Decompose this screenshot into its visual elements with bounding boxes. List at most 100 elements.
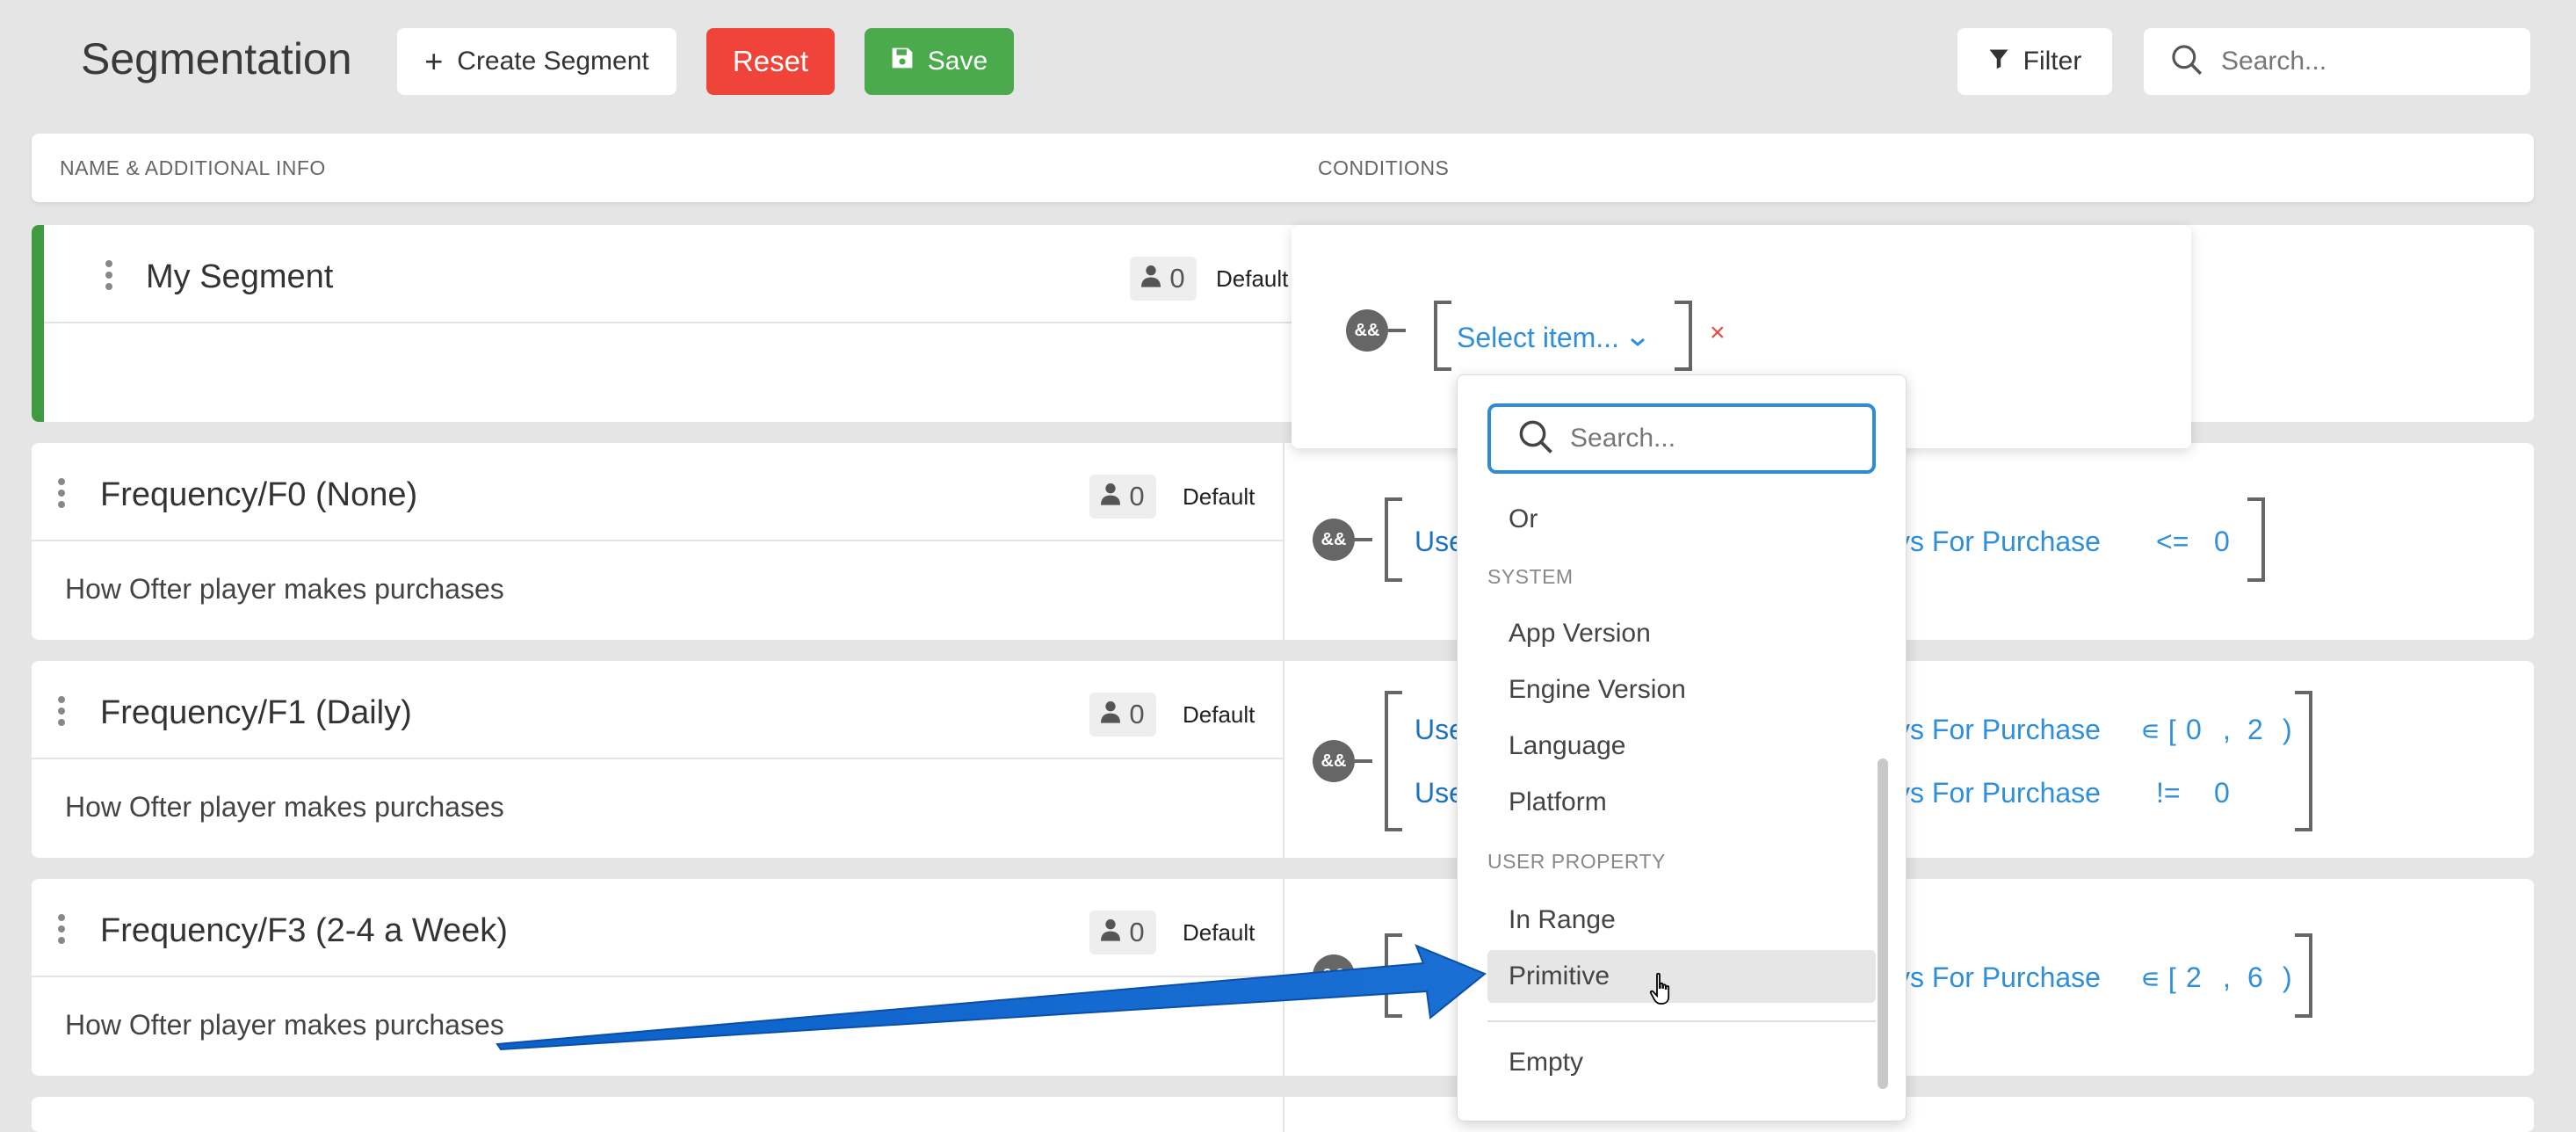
menu-item-app-version[interactable]: App Version <box>1487 607 1876 660</box>
create-segment-button[interactable]: + Create Segment <box>397 28 677 95</box>
condition-separator: , <box>2223 961 2231 993</box>
and-operator-badge[interactable]: && <box>1313 519 1355 561</box>
segment-row[interactable] <box>32 1097 2534 1132</box>
condition-close: ) <box>2283 714 2292 745</box>
column-divider <box>1283 443 1284 640</box>
segment-name[interactable]: My Segment <box>146 258 333 296</box>
user-count-badge: 0 <box>1089 693 1156 737</box>
user-count: 0 <box>1169 263 1185 294</box>
column-divider <box>1283 879 1284 1076</box>
and-operator-badge[interactable]: && <box>1313 740 1355 782</box>
dropdown-scrollbar[interactable] <box>1878 758 1888 1089</box>
condition-operator[interactable]: ∊ [ <box>2140 961 2176 995</box>
select-item-menu: Or SYSTEM App Version Engine Version Lan… <box>1457 374 1907 1121</box>
drag-handle-icon[interactable] <box>58 914 65 948</box>
save-label: Save <box>927 47 988 76</box>
and-operator-badge[interactable]: && <box>1313 954 1355 997</box>
bracket-left <box>1385 933 1402 1018</box>
user-count-badge: 0 <box>1089 911 1156 954</box>
reset-button[interactable]: Reset <box>706 28 835 95</box>
condition-value[interactable]: 2 <box>2186 961 2202 994</box>
user-count: 0 <box>1129 917 1145 947</box>
filter-button[interactable]: Filter <box>1957 28 2112 95</box>
chevron-down-icon <box>1630 322 1646 354</box>
default-tag: Default <box>1216 265 1289 292</box>
menu-separator <box>1487 1020 1876 1022</box>
bracket-right <box>2295 933 2312 1018</box>
condition-field[interactable]: ys For Purchase <box>1896 714 2101 746</box>
menu-item-language[interactable]: Language <box>1487 720 1876 773</box>
search-input[interactable] <box>2219 46 2513 77</box>
connector-line <box>1355 538 1372 541</box>
menu-item-platform[interactable]: Platform <box>1487 776 1876 829</box>
segment-description: How Ofter player makes purchases <box>65 573 504 605</box>
segment-row[interactable]: Frequency/F1 (Daily) 0 Default How Ofter… <box>32 661 2534 858</box>
condition-close: ) <box>2283 961 2292 993</box>
search-icon <box>2170 43 2203 81</box>
row-divider <box>32 976 1283 977</box>
filter-icon <box>1988 47 2009 76</box>
drag-handle-icon[interactable] <box>58 478 65 512</box>
default-tag: Default <box>1183 483 1255 510</box>
condition-value[interactable]: 0 <box>2214 777 2230 809</box>
segment-description: How Ofter player makes purchases <box>65 791 504 823</box>
save-button[interactable]: Save <box>865 28 1014 95</box>
remove-condition-icon[interactable]: × <box>1710 318 1726 348</box>
column-name-header: NAME & ADDITIONAL INFO <box>60 156 326 179</box>
column-conditions-header: CONDITIONS <box>1318 156 1450 179</box>
condition-value[interactable]: 0 <box>2214 526 2230 558</box>
condition-operator[interactable]: != <box>2156 777 2181 809</box>
dropdown-search-box[interactable] <box>1487 403 1876 474</box>
row-divider <box>32 540 1283 541</box>
default-tag: Default <box>1183 919 1255 946</box>
condition-separator: , <box>2223 714 2231 745</box>
user-count: 0 <box>1129 481 1145 512</box>
bracket-left <box>1385 497 1402 582</box>
segment-row[interactable]: Frequency/F0 (None) 0 Default How Ofter … <box>32 443 2534 640</box>
condition-field[interactable]: ys For Purchase <box>1896 961 2101 994</box>
reset-label: Reset <box>732 45 809 77</box>
condition-field[interactable]: ys For Purchase <box>1896 526 2101 558</box>
row-divider <box>44 322 1295 323</box>
user-count-badge: 0 <box>1089 475 1156 519</box>
user-count-badge: 0 <box>1130 257 1197 301</box>
select-item-dropdown[interactable]: Select item... <box>1457 322 1646 354</box>
segment-name[interactable]: Frequency/F0 (None) <box>100 476 417 514</box>
table-header: NAME & ADDITIONAL INFO CONDITIONS <box>32 134 2534 202</box>
user-count: 0 <box>1129 699 1145 729</box>
user-icon <box>1101 917 1121 948</box>
default-tag: Default <box>1183 701 1255 728</box>
dropdown-search-input[interactable] <box>1568 423 1862 454</box>
segment-name[interactable]: Frequency/F3 (2-4 a Week) <box>100 912 508 950</box>
connector-line <box>1388 329 1406 332</box>
search-box[interactable] <box>2144 28 2530 95</box>
segment-name[interactable]: Frequency/F1 (Daily) <box>100 694 412 732</box>
segment-description: How Ofter player makes purchases <box>65 1009 504 1041</box>
column-divider <box>1283 1097 1284 1132</box>
floppy-disk-icon <box>891 47 914 76</box>
menu-item-or[interactable]: Or <box>1487 493 1876 546</box>
drag-handle-icon[interactable] <box>58 696 65 730</box>
condition-value[interactable]: 0 <box>2186 714 2202 746</box>
bracket-left <box>1385 691 1402 831</box>
condition-value[interactable]: 2 <box>2247 714 2263 746</box>
condition-value[interactable]: 6 <box>2247 961 2263 994</box>
condition-operator[interactable]: <= <box>2156 526 2189 558</box>
user-icon <box>1141 263 1161 294</box>
menu-item-empty[interactable]: Empty <box>1487 1036 1876 1089</box>
condition-operator[interactable]: ∊ [ <box>2140 714 2176 747</box>
row-divider <box>32 758 1283 759</box>
menu-item-in-range[interactable]: In Range <box>1487 894 1876 947</box>
and-operator-badge[interactable]: && <box>1346 309 1388 352</box>
drag-handle-icon[interactable] <box>105 260 112 294</box>
menu-group-user-property: USER PROPERTY <box>1487 850 1666 873</box>
condition-field[interactable]: ys For Purchase <box>1896 777 2101 809</box>
column-divider <box>1283 661 1284 858</box>
hand-cursor-icon <box>1648 972 1676 1012</box>
page-title: Segmentation <box>81 34 352 83</box>
menu-item-engine-version[interactable]: Engine Version <box>1487 664 1876 716</box>
search-icon <box>1517 418 1554 460</box>
segment-row[interactable]: Frequency/F3 (2-4 a Week) 0 Default How … <box>32 879 2534 1076</box>
menu-item-primitive[interactable]: Primitive <box>1487 950 1876 1003</box>
user-icon <box>1101 481 1121 512</box>
